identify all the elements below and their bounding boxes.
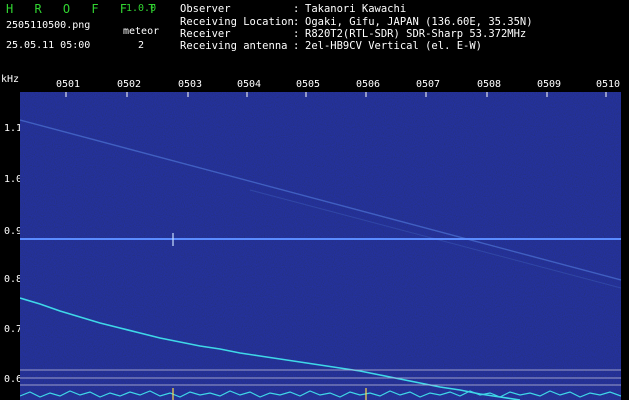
file-name: 2505110500.png [6, 20, 91, 31]
receiver-label: Receiver [180, 28, 231, 40]
observer-colon: : [293, 3, 300, 15]
time-label-0505: 0505 [296, 79, 321, 90]
antenna-colon: : [293, 40, 300, 52]
location-label: Receiving Location [180, 16, 294, 28]
meteor-count: 2 [138, 40, 145, 51]
antenna-label: Receiving antenna [180, 40, 288, 52]
time-label-0506: 0506 [356, 79, 381, 90]
time-label-0508: 0508 [477, 79, 502, 90]
spectrogram-plot [20, 92, 621, 400]
time-label-0501: 0501 [56, 79, 81, 90]
observer-label: Observer [180, 3, 231, 15]
receiver-colon: : [293, 28, 300, 40]
time-label-0510: 0510 [596, 79, 621, 90]
time-label-0502: 0502 [117, 79, 142, 90]
observer-value: Takanori Kawachi [305, 3, 407, 15]
time-label-0509: 0509 [537, 79, 562, 90]
time-label-0504: 0504 [237, 79, 262, 90]
location-colon: : [293, 16, 300, 28]
antenna-value: 2el-HB9CV Vertical (el. E-W) [305, 40, 483, 52]
location-value: Ogaki, Gifu, JAPAN (136.60E, 35.35N) [305, 16, 533, 28]
hrofft-window: H R O F F T 1.0.0 2505110500.png 25.05.1… [0, 0, 629, 400]
time-label-0507: 0507 [416, 79, 441, 90]
time-label-0503: 0503 [178, 79, 203, 90]
app-version: 1.0.0 [126, 3, 157, 14]
frequency-unit-label: kHz [1, 74, 20, 85]
plot-noise [20, 92, 621, 400]
meteor-label: meteor [123, 26, 160, 37]
date-time: 25.05.11 05:00 [6, 40, 91, 51]
receiver-value: R820T2(RTL-SDR) SDR-Sharp 53.372MHz [305, 28, 527, 40]
